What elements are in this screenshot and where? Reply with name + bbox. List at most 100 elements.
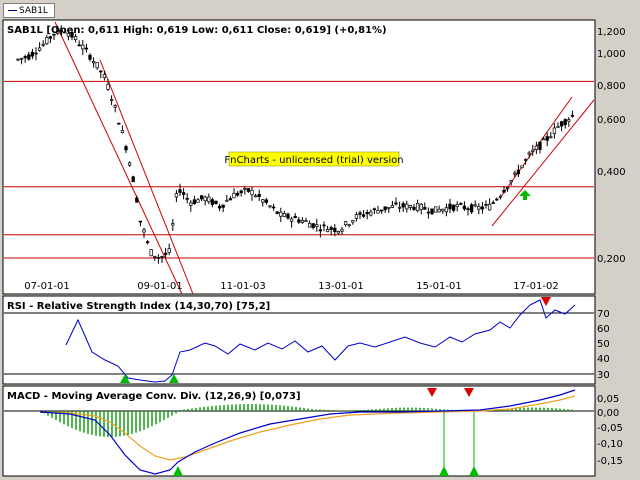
candle-body xyxy=(48,36,53,39)
price-x-tick: 15-01-01 xyxy=(416,281,461,292)
candle-body xyxy=(84,47,89,50)
candle-body xyxy=(286,213,290,219)
candle-body xyxy=(250,189,254,196)
candle-body xyxy=(379,209,384,212)
candle-body xyxy=(174,193,179,198)
candle-body xyxy=(171,223,175,226)
rsi-y-tick: 50 xyxy=(597,339,610,350)
candle-body xyxy=(19,57,24,60)
candle-body xyxy=(361,214,366,217)
candle-body xyxy=(99,70,103,73)
candle-body xyxy=(41,43,45,46)
candle-body xyxy=(156,257,161,259)
candle-body xyxy=(448,203,452,210)
candle-body xyxy=(570,114,575,117)
price-x-tick: 17-01-02 xyxy=(513,281,558,292)
candle-body xyxy=(397,206,402,209)
candle-body xyxy=(149,249,153,257)
candle-body xyxy=(210,199,215,205)
candle-body xyxy=(552,127,557,134)
rsi-y-tick: 70 xyxy=(597,309,610,320)
candle-body xyxy=(491,202,495,204)
candle-body xyxy=(185,198,189,200)
candle-body xyxy=(480,206,485,210)
candle-body xyxy=(509,180,513,183)
candle-body xyxy=(45,37,49,44)
macd-y-tick: -0,10 xyxy=(597,439,623,450)
candle-body xyxy=(246,188,251,192)
candle-body xyxy=(142,229,146,233)
candle-body xyxy=(163,252,168,255)
candle-body xyxy=(293,215,297,219)
candle-body xyxy=(340,229,344,232)
candle-body xyxy=(135,197,139,203)
candle-body xyxy=(423,207,427,210)
candle-body xyxy=(279,211,283,217)
candle-body xyxy=(531,149,535,152)
macd-header: MACD - Moving Average Conv. Div. (12,26,… xyxy=(7,391,301,402)
candle-body xyxy=(401,203,405,208)
candle-body xyxy=(131,176,135,183)
candle-body xyxy=(408,205,413,208)
candle-body xyxy=(520,165,524,169)
candle-body xyxy=(271,206,276,209)
candle-body xyxy=(372,208,377,211)
candle-body xyxy=(437,208,441,213)
candle-body xyxy=(559,121,564,127)
candle-body xyxy=(235,192,240,196)
price-x-tick: 09-01-01 xyxy=(137,281,182,292)
candle-body xyxy=(473,204,477,207)
candle-body xyxy=(217,205,222,209)
candle-body xyxy=(549,136,553,139)
candle-body xyxy=(426,211,431,214)
candle-body xyxy=(567,119,571,122)
candle-body xyxy=(228,198,233,201)
price-header: SAB1L [Open: 0,611 High: 0,619 Low: 0,61… xyxy=(7,25,387,36)
candle-body xyxy=(329,227,333,230)
candle-body xyxy=(253,195,258,198)
candle-body xyxy=(225,199,229,202)
candle-body xyxy=(325,229,330,233)
candle-body xyxy=(214,200,218,204)
candle-body xyxy=(469,204,474,213)
candle-body xyxy=(297,219,301,223)
macd-y-tick: -0,15 xyxy=(597,456,623,467)
macd-y-tick: 0,00 xyxy=(597,408,619,419)
candle-body xyxy=(354,214,359,219)
candle-body xyxy=(73,36,78,41)
candle-body xyxy=(106,83,110,90)
candle-body xyxy=(181,192,186,195)
candle-body xyxy=(124,146,128,151)
candle-body xyxy=(199,195,204,200)
candle-body xyxy=(527,152,531,155)
candle-body xyxy=(419,203,423,211)
watermark-text: FnCharts - unlicensed (trial) version xyxy=(224,155,403,166)
candle-body xyxy=(207,196,211,203)
candle-body xyxy=(196,199,200,203)
candle-body xyxy=(502,190,506,193)
rsi-y-tick: 30 xyxy=(597,370,610,381)
candle-body xyxy=(117,122,121,125)
candle-body xyxy=(81,44,85,50)
candle-body xyxy=(336,230,341,234)
candle-body xyxy=(167,248,171,253)
candle-body xyxy=(239,190,243,194)
candle-body xyxy=(459,203,463,205)
candle-body xyxy=(358,212,362,215)
price-y-tick: 0,600 xyxy=(597,115,626,126)
macd-y-tick: 0,05 xyxy=(597,394,619,405)
price-y-tick: 0,200 xyxy=(597,254,626,265)
candle-body xyxy=(23,56,27,59)
price-x-tick: 07-01-01 xyxy=(24,281,69,292)
candle-body xyxy=(257,193,261,197)
candle-body xyxy=(498,195,503,198)
candle-body xyxy=(444,207,449,213)
price-y-tick: 0,800 xyxy=(597,81,626,92)
price-x-tick: 13-01-01 xyxy=(318,281,363,292)
candle-body xyxy=(153,255,157,258)
candle-body xyxy=(556,126,560,128)
candle-body xyxy=(466,208,470,211)
rsi-y-tick: 40 xyxy=(597,354,610,365)
candle-body xyxy=(138,220,143,223)
candle-body xyxy=(541,138,546,141)
